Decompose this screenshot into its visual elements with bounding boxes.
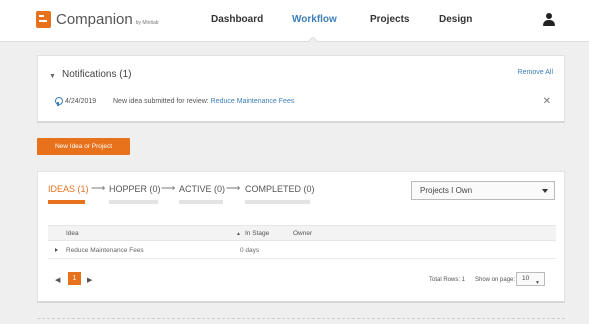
dismiss-notification-icon[interactable]: ✕	[543, 96, 551, 107]
nav-workflow[interactable]: Workflow	[292, 14, 337, 25]
user-icon-head	[546, 13, 552, 19]
stage-bar-completed	[245, 200, 310, 204]
notification-date: 4/24/2019	[65, 98, 97, 105]
companion-logo-icon	[36, 11, 51, 28]
chevron-down-icon: ▼	[535, 280, 540, 286]
stage-tab-ideas[interactable]: IDEAS (1)	[48, 184, 89, 194]
nav-design[interactable]: Design	[439, 14, 472, 25]
expand-row-icon[interactable]	[55, 248, 58, 252]
project-filter-select[interactable]: Projects I Own	[411, 181, 555, 200]
cell-in-stage: 0 days	[240, 247, 260, 254]
notification-text: New idea submitted for review:	[113, 98, 209, 105]
stage-tab-completed[interactable]: COMPLETED (0)	[245, 184, 315, 194]
stage-arrow-icon: ⟶	[161, 183, 176, 194]
user-icon-body	[543, 20, 555, 26]
previous-page-icon[interactable]: ◀	[55, 276, 60, 284]
cell-idea[interactable]: Reduce Maintenance Fees	[66, 247, 144, 254]
notification-idea-link[interactable]: Reduce Maintenance Fees	[211, 98, 295, 105]
page-size-value: 10	[522, 275, 530, 282]
show-on-page-label: Show on page:	[475, 277, 516, 283]
project-filter-value: Projects I Own	[420, 186, 473, 195]
page-size-select[interactable]: 10 ▼	[516, 272, 545, 286]
notification-message: New idea submitted for review: Reduce Ma…	[113, 98, 294, 105]
column-header-idea[interactable]: Idea	[66, 230, 79, 237]
stage-arrow-icon: ⟶	[91, 183, 106, 194]
sort-ascending-icon[interactable]: ▲	[236, 231, 241, 237]
next-page-icon[interactable]: ▶	[87, 276, 92, 284]
footer-divider	[37, 318, 565, 319]
column-header-owner[interactable]: Owner	[293, 230, 312, 237]
notifications-title[interactable]: Notifications (1)	[62, 69, 131, 80]
stage-bar-ideas	[48, 200, 85, 204]
stage-tab-active[interactable]: ACTIVE (0)	[179, 184, 225, 194]
brand-name: Companion	[56, 11, 133, 28]
nav-projects[interactable]: Projects	[370, 14, 409, 25]
companion-logo[interactable]: Companion by Minitab	[36, 11, 159, 28]
chevron-down-icon	[542, 189, 548, 193]
active-nav-indicator	[308, 37, 318, 42]
workflow-pipeline-panel: IDEAS (1) ⟶ HOPPER (0) ⟶ ACTIVE (0) ⟶ CO…	[37, 171, 565, 303]
user-profile-icon[interactable]	[543, 13, 555, 27]
stage-bar-active	[179, 200, 223, 204]
stage-bar-hopper	[109, 200, 158, 204]
table-header: Idea ▲ In Stage Owner	[48, 225, 556, 241]
stage-tab-hopper[interactable]: HOPPER (0)	[109, 184, 161, 194]
brand-sub: by Minitab	[135, 19, 159, 26]
table-row[interactable]: Reduce Maintenance Fees 0 days	[48, 242, 556, 259]
remove-all-link[interactable]: Remove All	[518, 69, 553, 76]
total-rows-label: Total Rows: 1	[429, 277, 466, 283]
notifications-panel: ▼ Notifications (1) Remove All 4/24/2019…	[37, 55, 565, 123]
nav-dashboard[interactable]: Dashboard	[211, 14, 263, 25]
new-idea-or-project-button[interactable]: New Idea or Project	[37, 138, 130, 155]
location-pin-icon	[55, 97, 63, 106]
stage-arrow-icon: ⟶	[226, 183, 241, 194]
collapse-caret-icon[interactable]: ▼	[49, 73, 56, 80]
top-navigation-bar: Companion by Minitab Dashboard Workflow …	[0, 0, 589, 42]
column-header-in-stage[interactable]: In Stage	[245, 230, 269, 237]
current-page-button[interactable]: 1	[68, 272, 81, 285]
